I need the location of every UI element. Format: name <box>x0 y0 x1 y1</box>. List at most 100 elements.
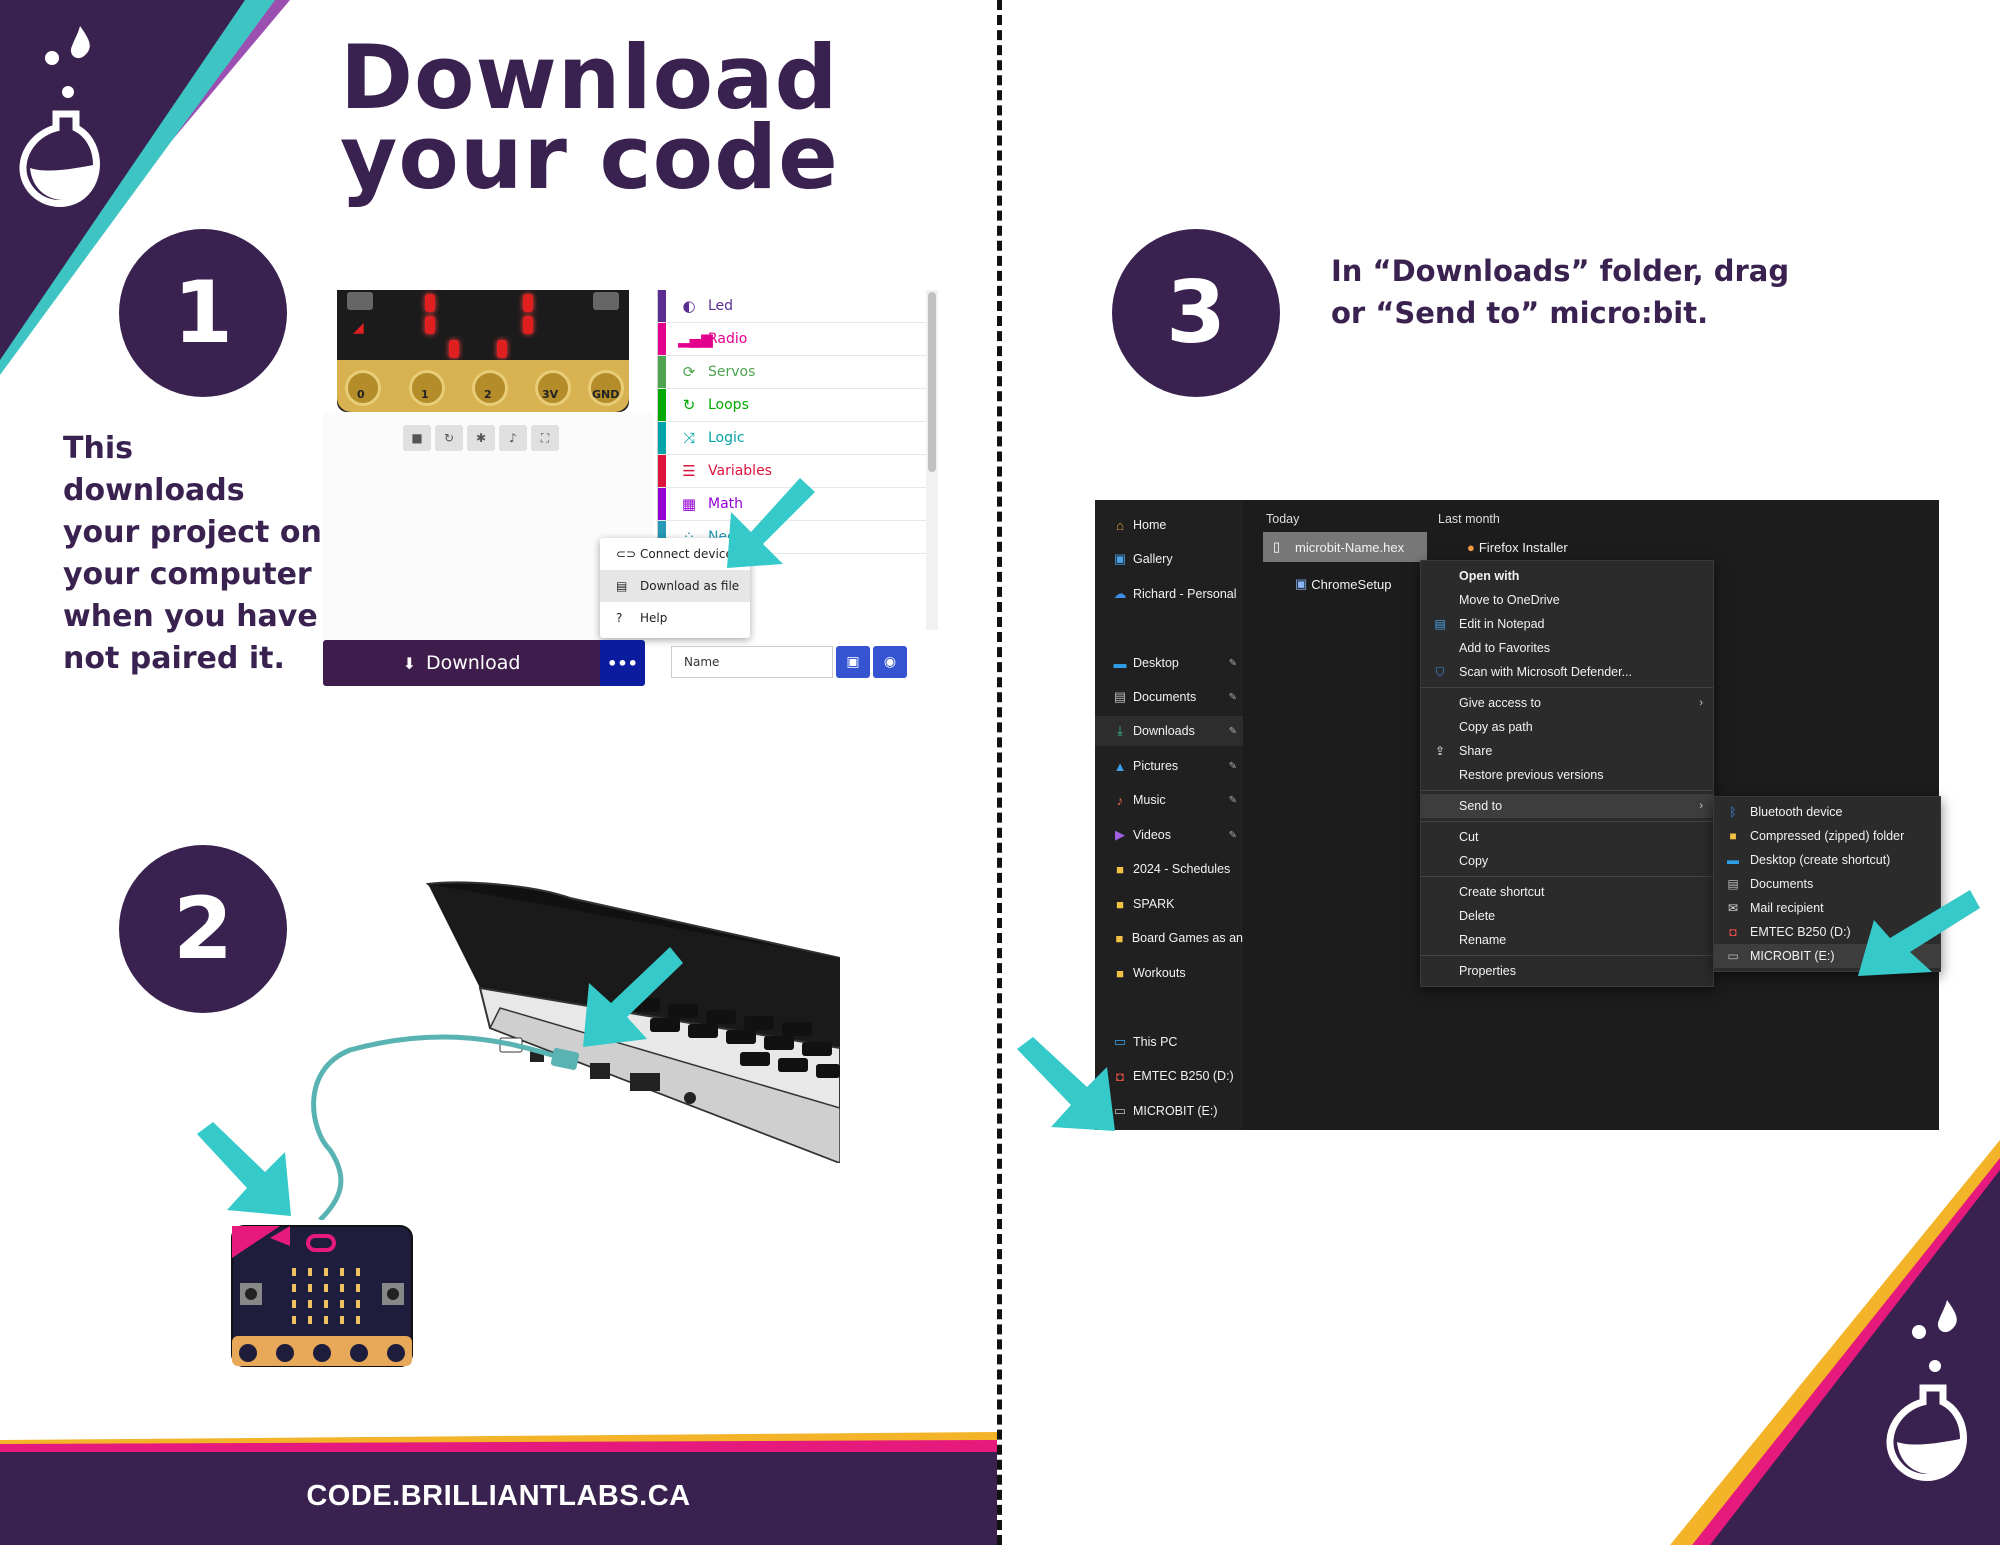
context-item-delete[interactable]: Delete <box>1421 904 1713 928</box>
nav-label: Richard - Personal <box>1133 587 1237 601</box>
signal-icon: ▂▄▆ <box>678 330 713 348</box>
pin-icon[interactable]: ✎ <box>1229 658 1237 669</box>
nav-item-downloads[interactable]: ⤓ Downloads ✎ <box>1095 716 1243 746</box>
note-line: when you have <box>63 599 318 634</box>
flask-logo-icon <box>1886 1300 1967 1481</box>
menu-label: Documents <box>1750 877 1814 891</box>
save-icon[interactable]: ▣ <box>836 646 870 678</box>
menu-label: EMTEC B250 (D:) <box>1750 925 1851 939</box>
desktop-icon: ▬ <box>1727 853 1739 867</box>
send-to-zip[interactable]: ■ Compressed (zipped) folder <box>1714 824 1940 848</box>
context-item-send-to[interactable]: Send to › <box>1421 794 1713 818</box>
context-item-give-access[interactable]: Give access to › <box>1421 691 1713 715</box>
drive-icon: ▭ <box>1727 949 1739 963</box>
pin-icon[interactable]: ✎ <box>1229 692 1237 703</box>
calculator-icon: ▦ <box>681 495 697 513</box>
context-item-move-to-onedrive[interactable]: Move to OneDrive <box>1421 588 1713 612</box>
context-item-edit-in-notepad[interactable]: ▤ Edit in Notepad <box>1421 612 1713 636</box>
context-item-add-to-favorites[interactable]: Add to Favorites <box>1421 636 1713 660</box>
list-icon: ☰ <box>682 462 696 480</box>
toolbox-category-servos[interactable]: ⟳ Servos <box>658 356 938 389</box>
nav-item-pictures[interactable]: ▲ Pictures ✎ <box>1095 751 1243 781</box>
nav-label: Videos <box>1133 828 1171 842</box>
step-1-note: This downloads your project on your comp… <box>63 428 323 680</box>
nav-item-gallery[interactable]: ▣ Gallery <box>1095 544 1243 574</box>
menu-item-help[interactable]: ? Help <box>600 602 750 634</box>
stop-icon[interactable]: ■ <box>403 425 431 451</box>
toolbox-category-radio[interactable]: ▂▄▆ Radio <box>658 323 938 356</box>
context-item-rename[interactable]: Rename <box>1421 928 1713 952</box>
footer-url[interactable]: CODE.BRILLIANTLABS.CA <box>0 1480 997 1513</box>
toolbox-category-logic[interactable]: ⤨ Logic <box>658 422 938 455</box>
more-options-button[interactable]: ••• <box>600 640 645 686</box>
nav-item-music[interactable]: ♪ Music ✎ <box>1095 785 1243 815</box>
nav-item-onedrive[interactable]: ☁ Richard - Personal <box>1095 579 1243 609</box>
restart-icon[interactable]: ↻ <box>435 425 463 451</box>
button-a-icon[interactable] <box>347 292 373 310</box>
pin-label: 2 <box>484 388 492 401</box>
menu-label: Send to <box>1459 799 1503 813</box>
scrollbar-thumb[interactable] <box>928 292 936 472</box>
context-item-properties[interactable]: Properties <box>1421 959 1713 983</box>
nav-item-home[interactable]: ⌂ Home <box>1095 510 1243 540</box>
debug-icon[interactable]: ✱ <box>467 425 495 451</box>
nav-item-folder[interactable]: ■ Board Games as an <box>1095 923 1243 953</box>
context-item-scan-defender[interactable]: ⛉ Scan with Microsoft Defender... <box>1421 660 1713 684</box>
pin-icon[interactable]: ✎ <box>1229 830 1237 841</box>
toolbox-category-loops[interactable]: ↻ Loops <box>658 389 938 422</box>
nav-label: Home <box>1133 518 1167 532</box>
firefox-icon: ● <box>1467 540 1475 555</box>
nav-item-documents[interactable]: ▤ Documents ✎ <box>1095 682 1243 712</box>
nav-item-videos[interactable]: ▶ Videos ✎ <box>1095 820 1243 850</box>
send-to-desktop[interactable]: ▬ Desktop (create shortcut) <box>1714 848 1940 872</box>
context-item-create-shortcut[interactable]: Create shortcut <box>1421 880 1713 904</box>
nav-item-desktop[interactable]: ▬ Desktop ✎ <box>1095 648 1243 678</box>
context-item-open-with[interactable]: Open with <box>1421 564 1713 588</box>
mute-icon[interactable]: ♪ <box>499 425 527 451</box>
toolbox-category-led[interactable]: ◐ Led <box>658 290 938 323</box>
project-name-input[interactable]: Name <box>671 646 833 678</box>
pin-icon[interactable]: ✎ <box>1229 726 1237 737</box>
music-icon: ♪ <box>1116 792 1124 808</box>
group-header-today: Today <box>1266 512 1300 526</box>
nav-item-folder[interactable]: ■ Workouts <box>1095 958 1243 988</box>
menu-label: Properties <box>1459 964 1516 978</box>
fullscreen-icon[interactable]: ⛶ <box>531 425 559 451</box>
nav-item-folder[interactable]: ■ SPARK <box>1095 889 1243 919</box>
folder-icon: ■ <box>1116 861 1124 877</box>
pin-icon[interactable]: ✎ <box>1229 795 1237 806</box>
github-icon[interactable]: ◉ <box>873 646 907 678</box>
nav-label: Board Games as an <box>1131 931 1243 945</box>
download-label: Download <box>425 652 521 674</box>
context-item-copy[interactable]: Copy <box>1421 849 1713 873</box>
pointer-arrow-icon <box>1858 890 1980 976</box>
file-item-chromesetup[interactable]: ▣ ChromeSetup <box>1295 576 1392 592</box>
download-button[interactable]: ⬇ Download <box>323 640 600 686</box>
folder-icon: ■ <box>1116 965 1124 981</box>
cloud-icon: ☁ <box>1113 586 1127 601</box>
context-item-share[interactable]: ⇪ Share <box>1421 739 1713 763</box>
context-item-copy-as-path[interactable]: Copy as path <box>1421 715 1713 739</box>
send-to-bluetooth[interactable]: ᛒ Bluetooth device <box>1714 800 1940 824</box>
bluetooth-icon: ᛒ <box>1729 805 1737 819</box>
menu-label: Bluetooth device <box>1750 805 1843 819</box>
context-item-cut[interactable]: Cut <box>1421 825 1713 849</box>
file-item-hex[interactable]: ▯ microbit-Name.hex <box>1263 532 1427 562</box>
instruction-line: In “Downloads” folder, drag <box>1331 254 1790 288</box>
logo-icon: ◢ <box>353 320 364 336</box>
pin-icon[interactable]: ✎ <box>1229 761 1237 772</box>
chevron-right-icon: › <box>1699 800 1703 812</box>
mail-icon: ✉ <box>1727 901 1739 915</box>
menu-label: Restore previous versions <box>1459 768 1604 782</box>
flask-logo-icon <box>19 26 100 207</box>
pointer-arrow-icon <box>1017 1037 1115 1131</box>
menu-label: Delete <box>1459 909 1496 923</box>
menu-label: Copy <box>1459 854 1489 868</box>
instruction-line: or “Send to” micro:bit. <box>1331 296 1709 330</box>
context-item-restore-versions[interactable]: Restore previous versions <box>1421 763 1713 787</box>
button-b-icon[interactable] <box>593 292 619 310</box>
file-item-firefox-installer[interactable]: ● Firefox Installer <box>1467 540 1568 555</box>
nav-item-folder[interactable]: ■ 2024 - Schedules <box>1095 854 1243 884</box>
menu-label: Add to Favorites <box>1459 641 1551 655</box>
pointer-arrow-icon <box>583 947 683 1047</box>
